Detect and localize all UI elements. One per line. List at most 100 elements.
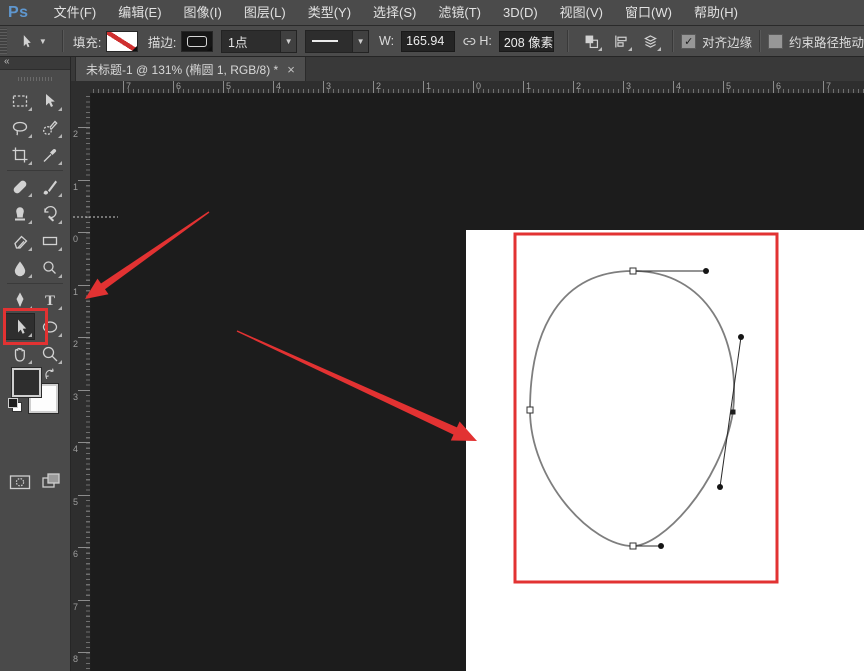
tool-type[interactable]: T (35, 286, 65, 313)
no-color-diagonal-icon (107, 31, 137, 51)
chevron-down-icon[interactable]: ▼ (280, 30, 297, 52)
menu-bar: Ps 文件(F) 编辑(E) 图像(I) 图层(L) 类型(Y) 选择(S) 滤镜(T) 3D… (0, 0, 864, 26)
horizontal-ruler[interactable]: 7 6 5 4 3 2 1 0 1 2 3 4 5 6 7 (90, 81, 864, 94)
screen-mode-button[interactable] (40, 470, 64, 492)
tool-quick-selection[interactable] (35, 114, 65, 141)
canvas-viewport[interactable] (90, 93, 864, 671)
tool-pen[interactable] (5, 286, 35, 313)
menu-item-4[interactable]: 图层(L) (233, 0, 297, 25)
tool-hand[interactable] (5, 340, 35, 367)
document-tab-bar: 未标题-1 @ 131% (椭圆 1, RGB/8) * × (70, 56, 864, 82)
separator (567, 30, 570, 52)
ellipse-shape-icon (42, 320, 58, 333)
tool-lasso[interactable] (5, 114, 35, 141)
tool-gradient[interactable] (35, 227, 65, 254)
tool-flyout-mark (58, 247, 62, 251)
ruler-major-tick (78, 232, 90, 233)
panel-grip[interactable] (18, 77, 52, 81)
stroke-swatch[interactable] (181, 30, 214, 52)
ruler-label: 1 (526, 81, 532, 91)
path-arrangement-button[interactable] (639, 30, 663, 52)
collapse-arrows-icon: « (4, 56, 10, 67)
path-operations-button[interactable] (579, 30, 603, 52)
tool-eyedropper[interactable] (35, 141, 65, 168)
document-canvas[interactable] (466, 230, 864, 671)
foreground-color-swatch[interactable] (11, 367, 42, 398)
stroke-rect-icon (187, 35, 208, 47)
separator (672, 30, 675, 52)
tool-flyout-mark (28, 360, 32, 364)
tool-preset-dropdown[interactable]: ▼ (13, 33, 55, 50)
options-bar-grip[interactable] (0, 28, 7, 54)
tool-flyout-mark (28, 274, 32, 278)
blur-icon (14, 261, 26, 276)
ruler-major-tick (773, 81, 774, 93)
tool-flyout-mark (58, 306, 62, 310)
ruler-major-tick (473, 81, 474, 93)
tool-brush[interactable] (35, 173, 65, 200)
rectangular-marquee-icon (12, 94, 28, 107)
tool-ellipse-shape[interactable] (35, 313, 65, 340)
ruler-label: 7 (826, 81, 832, 91)
chevron-down-icon[interactable]: ▼ (352, 30, 369, 52)
ruler-major-tick (123, 81, 124, 93)
default-colors-icon[interactable] (8, 398, 22, 412)
tool-dodge[interactable] (35, 254, 65, 281)
tool-clone-stamp[interactable] (5, 200, 35, 227)
menu-item-7[interactable]: 滤镜(T) (427, 0, 492, 25)
panel-collapse-button[interactable]: « (0, 56, 70, 70)
menu-item-6[interactable]: 选择(S) (362, 0, 427, 25)
path-selection-preset-icon (23, 34, 31, 47)
tool-zoom[interactable] (35, 340, 65, 367)
menu-item-9[interactable]: 视图(V) (549, 0, 614, 25)
lasso-icon (12, 121, 28, 135)
ruler-label: 2 (576, 81, 582, 91)
tool-flyout-mark (58, 333, 62, 337)
tool-move[interactable] (35, 87, 65, 114)
tool-eraser[interactable] (5, 227, 35, 254)
vertical-ruler[interactable]: 2 1 0 1 2 3 4 5 6 7 8 (70, 93, 91, 671)
shape-width-input[interactable]: 165.94 (401, 30, 455, 52)
ruler-major-tick (273, 81, 274, 93)
menu-item-11[interactable]: 帮助(H) (683, 0, 749, 25)
menu-item-1[interactable]: 文件(F) (43, 0, 108, 25)
tool-rectangular-marquee[interactable] (5, 87, 35, 114)
tool-path-selection[interactable] (5, 313, 35, 340)
ruler-major-tick (78, 180, 90, 181)
tool-flyout-mark (28, 333, 32, 337)
document-tab[interactable]: 未标题-1 @ 131% (椭圆 1, RGB/8) * × (75, 56, 306, 81)
menu-item-5[interactable]: 类型(Y) (297, 0, 362, 25)
close-tab-button[interactable]: × (287, 63, 295, 76)
ruler-label: 7 (73, 602, 79, 612)
ruler-label: 6 (176, 81, 182, 91)
ruler-major-tick (78, 495, 90, 496)
zoom-icon (42, 346, 58, 361)
stroke-type-dropdown[interactable]: ▼ (305, 29, 370, 53)
menu-item-3[interactable]: 图像(I) (173, 0, 233, 25)
fill-swatch-no-color[interactable] (106, 30, 138, 52)
tool-list: T (5, 87, 65, 367)
tool-history-brush[interactable] (35, 200, 65, 227)
tool-spot-healing-brush[interactable] (5, 173, 35, 200)
swap-colors-icon[interactable] (42, 366, 58, 382)
align-edges-label: 对齐边缘 (702, 35, 753, 50)
tool-blur[interactable] (5, 254, 35, 281)
ruler-label: 6 (73, 549, 79, 559)
tool-crop[interactable] (5, 141, 35, 168)
menu-item-2[interactable]: 编辑(E) (107, 0, 172, 25)
shape-height-input[interactable]: 208 像素 (498, 30, 555, 52)
menu-item-10[interactable]: 窗口(W) (614, 0, 683, 25)
stroke-width-dropdown[interactable]: 1点 ▼ (221, 29, 298, 53)
ruler-label: 0 (73, 234, 79, 244)
quick-mask-button[interactable] (8, 472, 32, 492)
constrain-path-drag-checkbox[interactable] (768, 33, 783, 49)
link-dimensions-icon[interactable] (461, 33, 478, 50)
ruler-major-tick (623, 81, 624, 93)
menu-item-8[interactable]: 3D(D) (492, 0, 549, 25)
path-alignment-icon (615, 35, 627, 47)
align-edges-checkbox[interactable]: ✓ (681, 33, 697, 49)
ruler-label: 5 (726, 81, 732, 91)
tool-flyout-mark (28, 193, 32, 197)
tool-flyout-mark (58, 274, 62, 278)
path-alignment-button[interactable] (609, 30, 633, 52)
